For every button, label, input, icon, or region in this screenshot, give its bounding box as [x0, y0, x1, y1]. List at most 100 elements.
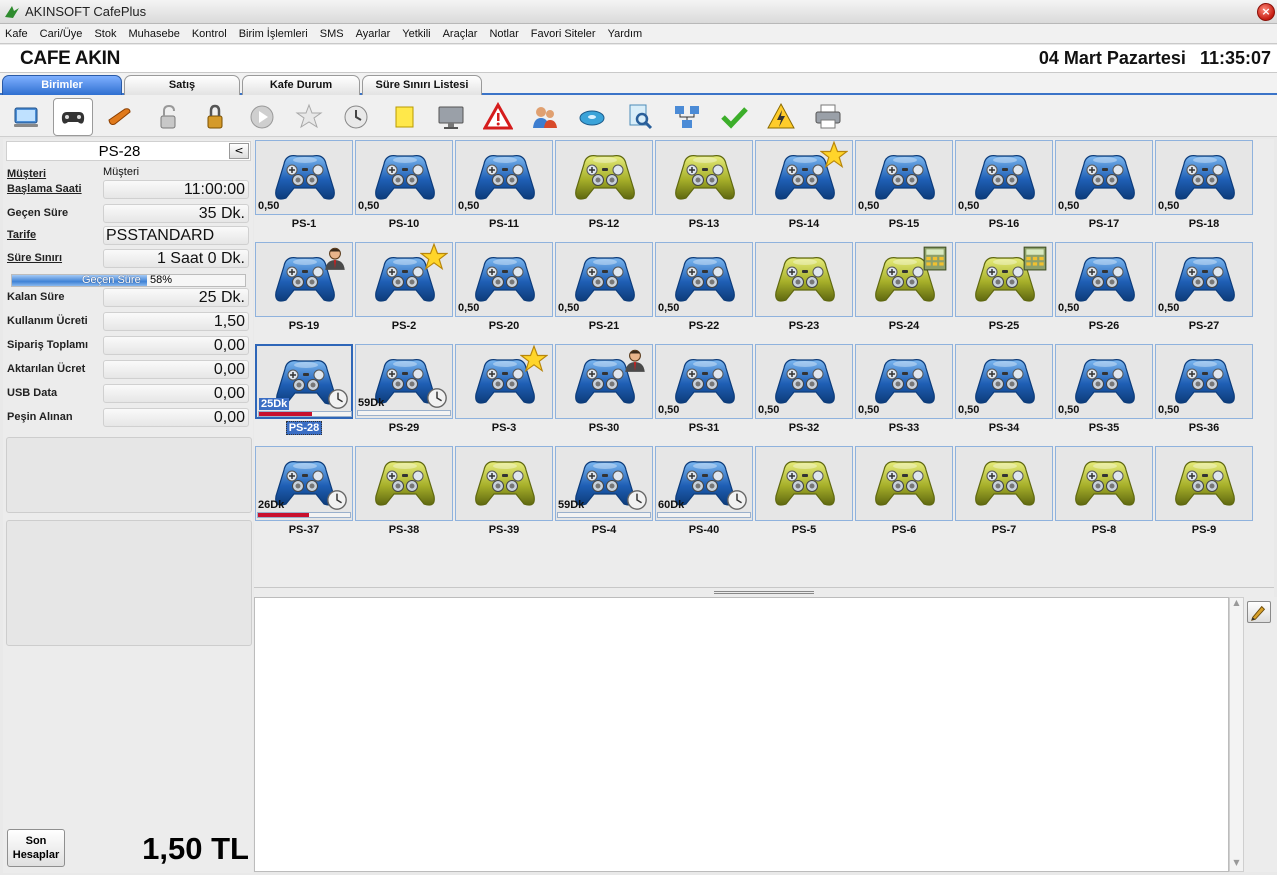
toolbar-play-button[interactable]: [242, 98, 282, 136]
edit-button[interactable]: [1247, 601, 1271, 623]
unit-tile[interactable]: 0,50 PS-22: [655, 242, 755, 338]
unit-tile[interactable]: 0,50 PS-26: [1055, 242, 1155, 338]
unit-tile[interactable]: PS-2: [355, 242, 455, 338]
notes-area[interactable]: [254, 597, 1229, 872]
unit-tile-box[interactable]: 0,50: [555, 242, 653, 317]
unit-tile[interactable]: 0,50 PS-18: [1155, 140, 1255, 236]
toolbar-users-button[interactable]: [525, 98, 565, 136]
unit-tile-box[interactable]: [955, 242, 1053, 317]
tab-sure-siniri-listesi[interactable]: Süre Sınırı Listesi: [362, 75, 482, 95]
unit-tile[interactable]: 0,50 PS-31: [655, 344, 755, 440]
unit-tile-box[interactable]: 26Dk: [255, 446, 353, 521]
menu-item-1[interactable]: Cari/Üye: [40, 28, 83, 40]
toolbar-gamepad-button[interactable]: [53, 98, 94, 136]
unit-tile[interactable]: 0,50 PS-27: [1155, 242, 1255, 338]
collapse-button[interactable]: <: [229, 143, 249, 159]
unit-tile-box[interactable]: 0,50: [455, 140, 553, 215]
unit-tile-box[interactable]: [1055, 446, 1153, 521]
menu-item-2[interactable]: Stok: [94, 28, 116, 40]
unit-tile-box[interactable]: 0,50: [1155, 140, 1253, 215]
unit-tile[interactable]: 0,50 PS-35: [1055, 344, 1155, 440]
unit-tile-box[interactable]: 0,50: [655, 344, 753, 419]
tab-birimler[interactable]: Birimler: [2, 75, 122, 95]
unit-tile-box[interactable]: 0,50: [1155, 344, 1253, 419]
unit-tile[interactable]: 26Dk PS-37: [255, 446, 355, 542]
unit-tile-box[interactable]: [655, 140, 753, 215]
unit-tile[interactable]: 0,50 PS-20: [455, 242, 555, 338]
menu-item-10[interactable]: Notlar: [489, 28, 518, 40]
unit-tile-box[interactable]: [755, 242, 853, 317]
unit-tile[interactable]: PS-19: [255, 242, 355, 338]
menu-item-11[interactable]: Favori Siteler: [531, 28, 596, 40]
info-label[interactable]: Tarife: [7, 229, 36, 241]
toolbar-search-button[interactable]: [620, 98, 660, 136]
unit-tile[interactable]: 60Dk PS-40: [655, 446, 755, 542]
unit-tile-box[interactable]: [755, 446, 853, 521]
unit-tile-box[interactable]: [855, 446, 953, 521]
son-hesaplar-button[interactable]: Son Hesaplar: [7, 829, 65, 867]
unit-tile[interactable]: 0,50 PS-36: [1155, 344, 1255, 440]
unit-tile-box[interactable]: 0,50: [1155, 242, 1253, 317]
unit-tile[interactable]: PS-39: [455, 446, 555, 542]
tab-kafe-durum[interactable]: Kafe Durum: [242, 75, 360, 95]
unit-tile-box[interactable]: [355, 242, 453, 317]
toolbar-pencil-button[interactable]: [100, 98, 140, 136]
menu-item-7[interactable]: Ayarlar: [356, 28, 391, 40]
unit-tile-box[interactable]: [1155, 446, 1253, 521]
unit-tile-box[interactable]: [455, 446, 553, 521]
vertical-scrollbar[interactable]: ▲ ▼: [1229, 597, 1244, 872]
unit-tile-box[interactable]: [555, 344, 653, 419]
unit-tile[interactable]: PS-9: [1155, 446, 1255, 542]
unit-tile[interactable]: 0,50 PS-33: [855, 344, 955, 440]
toolbar-display-button[interactable]: [431, 98, 471, 136]
splitter[interactable]: [254, 587, 1274, 597]
unit-tile-box[interactable]: 0,50: [1055, 344, 1153, 419]
unit-tile-box[interactable]: [255, 242, 353, 317]
toolbar-monitor-button[interactable]: [6, 98, 46, 136]
unit-tile[interactable]: PS-5: [755, 446, 855, 542]
menu-item-6[interactable]: SMS: [320, 28, 344, 40]
unit-tile[interactable]: 0,50 PS-16: [955, 140, 1055, 236]
unit-tile[interactable]: 0,50 PS-15: [855, 140, 955, 236]
unit-tile[interactable]: PS-7: [955, 446, 1055, 542]
unit-tile[interactable]: 0,50 PS-32: [755, 344, 855, 440]
unit-tile[interactable]: 59Dk PS-29: [355, 344, 455, 440]
unit-tile-box[interactable]: [555, 140, 653, 215]
unit-tile-box[interactable]: 59Dk: [355, 344, 453, 419]
close-button[interactable]: ×: [1257, 3, 1275, 21]
unit-tile-box[interactable]: 0,50: [755, 344, 853, 419]
scroll-down-arrow-icon[interactable]: ▼: [1230, 858, 1243, 871]
splitter-grip[interactable]: [714, 591, 814, 594]
toolbar-alert-bolt-button[interactable]: [761, 98, 801, 136]
unit-tile-box[interactable]: 0,50: [1055, 140, 1153, 215]
info-label[interactable]: Başlama Saati: [7, 183, 82, 195]
toolbar-check-button[interactable]: [714, 98, 754, 136]
unit-tile-box[interactable]: [455, 344, 553, 419]
unit-tile-box[interactable]: 0,50: [1055, 242, 1153, 317]
unit-tile[interactable]: 0,50 PS-10: [355, 140, 455, 236]
menu-item-0[interactable]: Kafe: [5, 28, 28, 40]
toolbar-unlock-button[interactable]: [148, 98, 188, 136]
menu-item-4[interactable]: Kontrol: [192, 28, 227, 40]
unit-tile-box[interactable]: [755, 140, 853, 215]
unit-tile[interactable]: PS-25: [955, 242, 1055, 338]
toolbar-warning-button[interactable]: [478, 98, 518, 136]
unit-tile[interactable]: PS-6: [855, 446, 955, 542]
tab-satis[interactable]: Satış: [124, 75, 240, 95]
unit-tile[interactable]: 0,50 PS-21: [555, 242, 655, 338]
menu-item-9[interactable]: Araçlar: [443, 28, 478, 40]
unit-tile-box[interactable]: [955, 446, 1053, 521]
unit-tile-box[interactable]: 0,50: [455, 242, 553, 317]
menu-item-5[interactable]: Birim İşlemleri: [239, 28, 308, 40]
toolbar-star-button[interactable]: [289, 98, 329, 136]
unit-tile-box[interactable]: [355, 446, 453, 521]
info-label[interactable]: Süre Sınırı: [7, 252, 62, 264]
unit-tile[interactable]: PS-3: [455, 344, 555, 440]
unit-tile[interactable]: 0,50 PS-1: [255, 140, 355, 236]
unit-tile-box[interactable]: [855, 242, 953, 317]
toolbar-note-button[interactable]: [384, 98, 424, 136]
unit-tile[interactable]: PS-38: [355, 446, 455, 542]
unit-tile[interactable]: PS-13: [655, 140, 755, 236]
unit-tile-box[interactable]: 25Dk: [255, 344, 353, 419]
unit-tile-box[interactable]: 0,50: [855, 344, 953, 419]
